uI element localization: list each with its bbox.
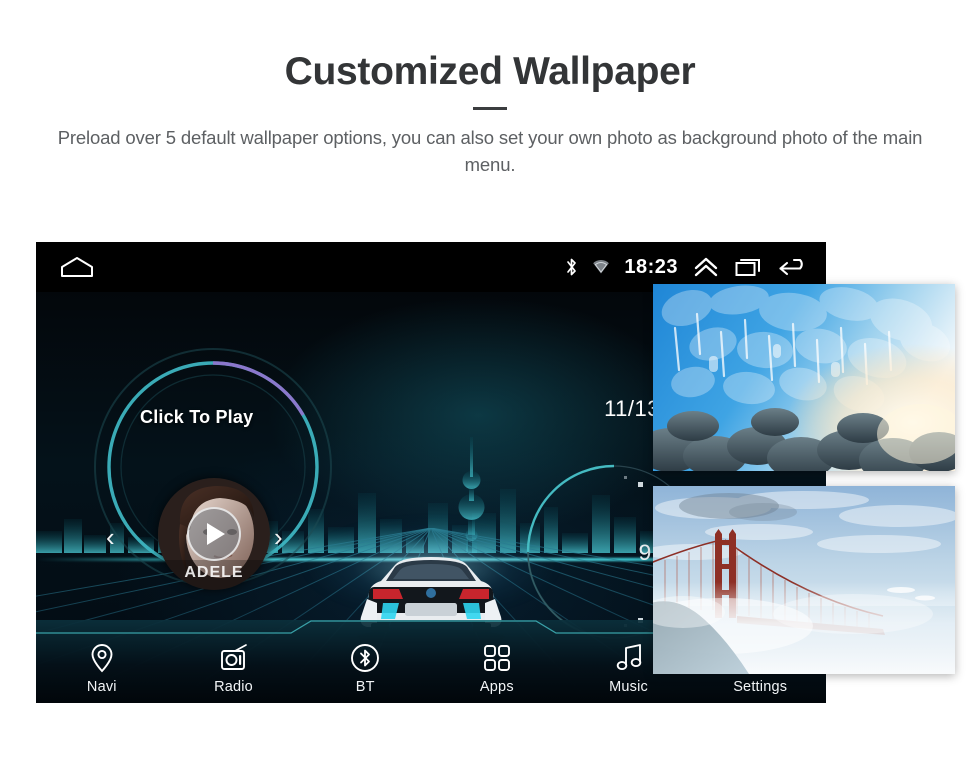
page-root: Customized Wallpaper Preload over 5 defa…: [0, 0, 980, 758]
play-button[interactable]: [187, 507, 241, 561]
date-label: 11/13: [604, 396, 660, 421]
nav-label: Settings: [733, 678, 788, 695]
next-track-button[interactable]: ›: [274, 522, 283, 553]
map-pin-icon: [90, 643, 114, 673]
page-title: Customized Wallpaper: [284, 50, 696, 93]
bluetooth-circle-icon: [350, 643, 380, 673]
prev-track-button[interactable]: ‹: [106, 522, 115, 553]
grid-apps-icon: [483, 643, 511, 673]
title-divider: [473, 106, 507, 110]
ice-cave-photo: [653, 284, 955, 471]
album-artist-label: ADELE: [184, 564, 244, 581]
golden-gate-wallpaper[interactable]: [653, 486, 955, 674]
wifi-icon: [592, 259, 610, 275]
nav-label: Apps: [479, 678, 514, 695]
nav-label: BT: [355, 678, 375, 695]
play-icon: [207, 523, 225, 545]
sidebar-item-apps[interactable]: Apps: [431, 634, 563, 703]
golden-gate-photo: [653, 486, 955, 674]
bluetooth-icon: [565, 257, 578, 277]
nav-label: Music: [609, 678, 648, 695]
nav-label: Radio: [214, 678, 253, 695]
svg-text:9: 9: [638, 541, 652, 567]
ice-cave-wallpaper[interactable]: [653, 284, 955, 471]
sidebar-item-radio[interactable]: Radio: [168, 634, 300, 703]
status-bar-clock: 18:23: [624, 255, 678, 278]
page-subtitle: Preload over 5 default wallpaper options…: [57, 126, 923, 176]
back-arrow-icon[interactable]: [778, 255, 810, 279]
recent-apps-icon[interactable]: [734, 255, 764, 279]
sidebar-item-bt[interactable]: BT: [299, 634, 431, 703]
radio-icon: [219, 643, 249, 673]
home-icon[interactable]: [60, 255, 94, 284]
nav-label: Navi: [86, 678, 117, 695]
header: Customized Wallpaper Preload over 5 defa…: [0, 0, 980, 178]
double-chevron-up-icon[interactable]: [692, 255, 720, 279]
music-widget-title: Click To Play: [140, 407, 254, 427]
music-note-icon: [615, 643, 643, 673]
sidebar-item-navi[interactable]: Navi: [36, 634, 168, 703]
